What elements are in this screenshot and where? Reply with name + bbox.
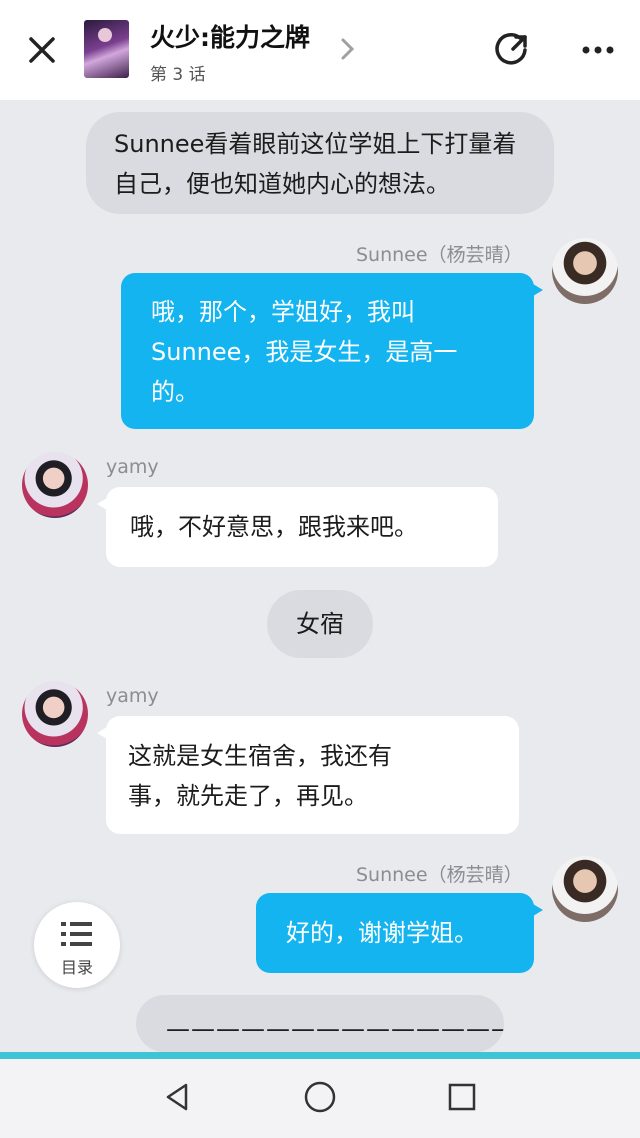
message-line: 好的，谢谢学姐。 [286, 919, 478, 947]
scene-bubble: 女宿 [267, 590, 373, 658]
more-icon [582, 46, 614, 54]
message-bubble: 哦，不好意思，跟我来吧。 [106, 487, 498, 567]
narration-bubble: Sunnee看着眼前这位学姐上下打量着 自己，便也知道她内心的想法。 [86, 112, 554, 214]
message-line: 这就是女生宿舍，我还有 [128, 742, 392, 770]
message-line: Sunnee，我是女生，是高一 [151, 338, 458, 366]
scene-label: 女宿 [296, 610, 344, 638]
system-nav-bar [0, 1059, 640, 1138]
recents-icon [448, 1083, 476, 1111]
message-bubble: 哦，那个，学姐好，我叫 Sunnee，我是女生，是高一 的。 [121, 273, 534, 429]
title-chevron[interactable] [338, 36, 358, 66]
sender-name: yamy [106, 685, 159, 707]
bubble-tail [97, 498, 107, 510]
close-button[interactable] [22, 30, 62, 70]
message-line: 事，就先走了，再见。 [128, 782, 368, 810]
sender-name: Sunnee（杨芸晴） [356, 244, 523, 266]
sender-name: yamy [106, 456, 159, 478]
bubble-tail [97, 727, 107, 739]
chevron-right-icon [341, 38, 355, 60]
catalog-label: 目录 [60, 958, 93, 977]
list-icon [61, 922, 92, 946]
sender-name: Sunnee（杨芸晴） [356, 864, 523, 886]
narration-line: Sunnee看着眼前这位学姐上下打量着 [114, 130, 517, 158]
message-bubble: 好的，谢谢学姐。 [256, 893, 534, 973]
avatar-yamy[interactable] [22, 452, 88, 518]
comic-cover-thumbnail[interactable] [84, 20, 129, 78]
share-button[interactable] [492, 30, 532, 70]
back-button[interactable] [160, 1079, 196, 1115]
avatar-yamy[interactable] [22, 681, 88, 747]
top-bar: 火少:能力之牌 第 3 话 [0, 0, 640, 100]
close-icon [29, 37, 55, 63]
narration-bubble: —————————————— [136, 995, 504, 1052]
bubble-tail [533, 904, 543, 916]
back-icon [166, 1083, 188, 1111]
home-button[interactable] [302, 1079, 338, 1115]
recents-button[interactable] [444, 1079, 480, 1115]
message-bubble: 这就是女生宿舍，我还有 事，就先走了，再见。 [106, 716, 519, 834]
story-title[interactable]: 火少:能力之牌 [150, 18, 310, 54]
narration-line: 自己，便也知道她内心的想法。 [114, 170, 450, 198]
share-icon [495, 33, 527, 65]
home-icon [304, 1081, 336, 1113]
avatar-sunnee[interactable] [552, 856, 618, 922]
progress-line [0, 1052, 640, 1059]
catalog-button[interactable]: 目录 [34, 902, 120, 988]
avatar-sunnee[interactable] [552, 238, 618, 304]
message-line: 哦，不好意思，跟我来吧。 [130, 513, 418, 541]
bubble-tail [533, 284, 543, 296]
message-line: 哦，那个，学姐好，我叫 [151, 298, 415, 326]
narration-line: —————————————— [166, 1015, 504, 1043]
message-line: 的。 [151, 378, 199, 406]
episode-label: 第 3 话 [150, 65, 206, 85]
more-options-button[interactable] [578, 38, 618, 62]
